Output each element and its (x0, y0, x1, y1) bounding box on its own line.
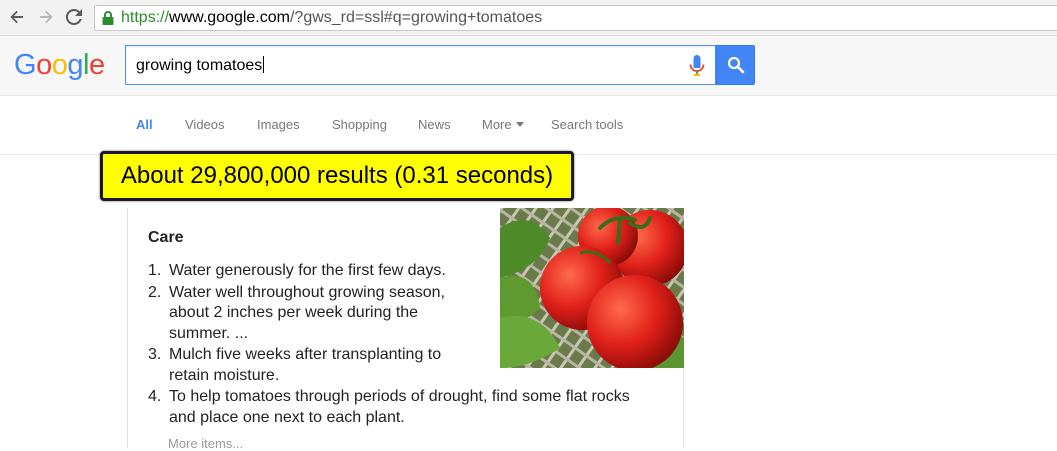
search-input[interactable]: growing tomatoes (125, 45, 716, 85)
browser-toolbar: https://www.google.com/?gws_rd=ssl#q=gro… (0, 0, 1057, 36)
tab-videos[interactable]: Videos (185, 117, 225, 132)
tab-news[interactable]: News (418, 117, 451, 132)
back-button[interactable] (6, 6, 28, 28)
microphone-icon[interactable] (689, 55, 705, 77)
tab-more-label: More (482, 117, 512, 132)
tab-all[interactable]: All (136, 117, 153, 132)
forward-arrow-icon (40, 10, 53, 24)
dropdown-arrow-icon (515, 122, 524, 127)
reload-button[interactable] (63, 6, 85, 28)
tab-images[interactable]: Images (257, 117, 300, 132)
list-item: 2. Water well throughout growing season, … (148, 283, 445, 342)
reload-icon (66, 9, 82, 25)
tomato-image (500, 208, 684, 368)
tomato-photo[interactable] (500, 208, 684, 368)
list-item: 4. To help tomatoes through periods of dr… (148, 388, 630, 426)
search-button[interactable] (716, 45, 755, 85)
list-item: 1. Water generously for the first few day… (148, 262, 446, 279)
google-logo[interactable]: Google (14, 48, 105, 82)
result-stats: About 29,800,000 results (0.31 seconds) (100, 151, 574, 201)
lock-icon (102, 11, 114, 25)
url-host: www.google.com (169, 9, 290, 26)
list-item: 3. Mulch five weeks after transplanting t… (148, 346, 442, 384)
address-bar[interactable]: https://www.google.com/?gws_rd=ssl#q=gro… (94, 5, 1057, 31)
url-text: https://www.google.com/?gws_rd=ssl#q=gro… (121, 9, 542, 27)
back-arrow-icon (10, 10, 23, 24)
url-path: /?gws_rd=ssl#q=growing+tomatoes (289, 9, 543, 26)
tab-search-tools[interactable]: Search tools (551, 117, 623, 132)
snippet-title: Care (148, 229, 184, 246)
url-scheme: https:// (121, 9, 170, 26)
search-tabs: All Videos Images Shopping News More Sea… (0, 97, 1057, 155)
search-query-text: growing tomatoes (136, 56, 265, 74)
featured-snippet: Care 1. Water generously for the first fe… (127, 208, 684, 451)
forward-button[interactable] (35, 6, 57, 28)
tab-shopping[interactable]: Shopping (332, 117, 387, 132)
tab-more[interactable]: More (482, 117, 524, 132)
google-header: Google growing tomatoes (0, 36, 1057, 96)
search-icon (727, 56, 744, 74)
